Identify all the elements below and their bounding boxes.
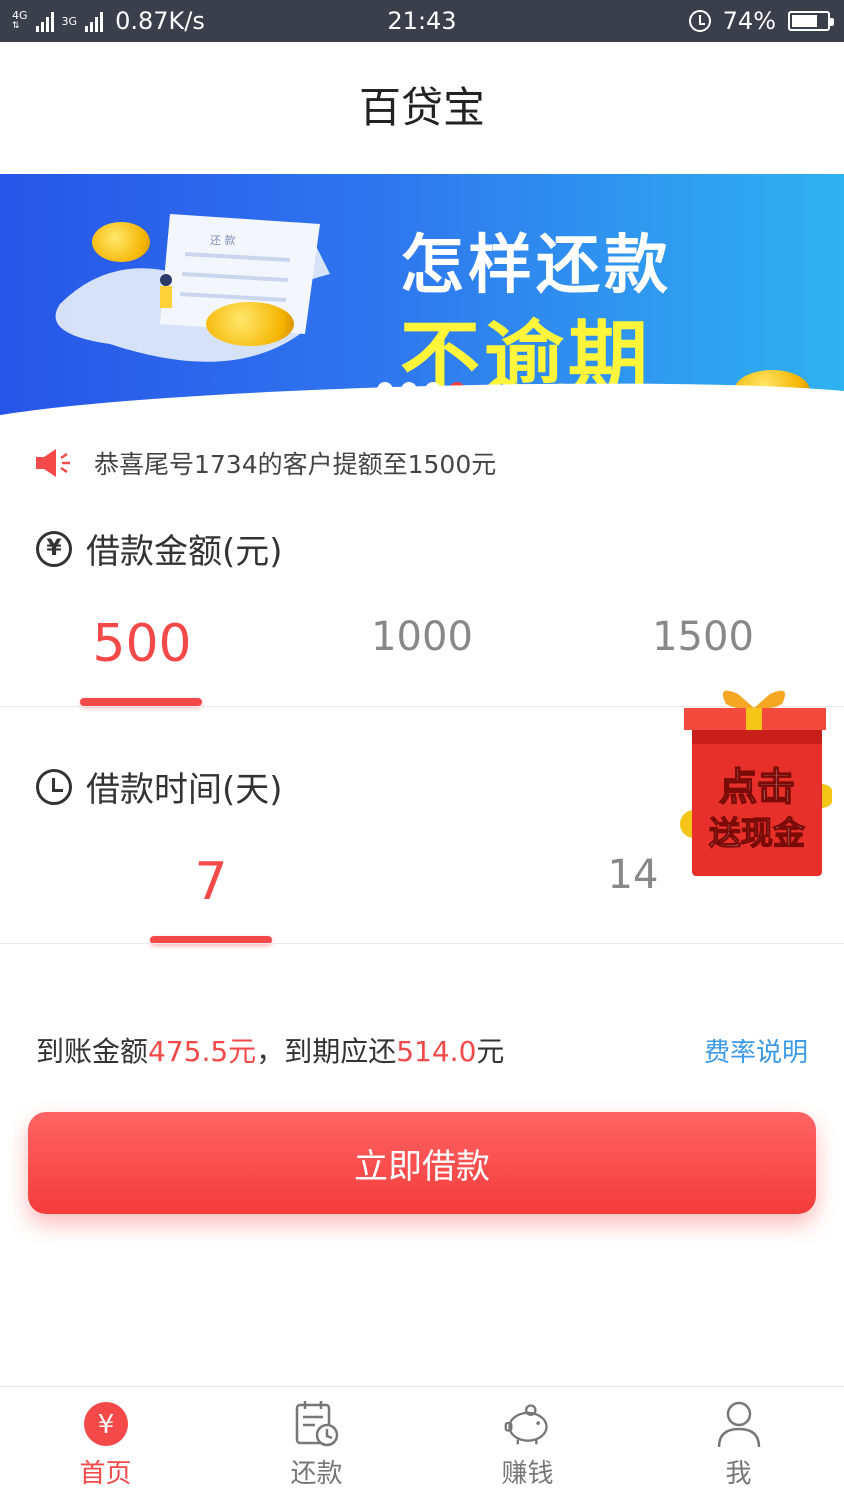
amount-option-1500[interactable]: 1500 bbox=[623, 614, 783, 660]
gift-cash-button[interactable]: 点击 送现金 bbox=[676, 684, 832, 880]
speaker-icon bbox=[36, 449, 70, 477]
status-right: 74% bbox=[688, 0, 834, 42]
battery-percent: 74% bbox=[722, 7, 776, 35]
received-label: 到账金额 bbox=[36, 1035, 149, 1068]
tab-me[interactable]: 我 bbox=[633, 1387, 844, 1500]
borrow-now-button[interactable]: 立即借款 bbox=[28, 1112, 816, 1214]
banner-headline: 怎样还款 bbox=[400, 229, 672, 303]
piggy-bank-icon bbox=[503, 1399, 553, 1449]
due-label: 到期应还 bbox=[284, 1035, 397, 1068]
tab-label: 赚钱 bbox=[501, 1459, 554, 1489]
battery-icon bbox=[788, 11, 834, 31]
amount-selected-underline bbox=[80, 698, 202, 706]
coin-icon bbox=[92, 222, 150, 262]
amount-option-1000[interactable]: 1000 bbox=[342, 614, 502, 660]
tab-label: 我 bbox=[725, 1459, 752, 1489]
amount-option-500[interactable]: 500 bbox=[62, 614, 222, 674]
page-title: 百贷宝 bbox=[358, 83, 485, 132]
tab-repay[interactable]: 还款 bbox=[211, 1387, 422, 1500]
status-bar: 4G ⇅ 3G 0.87K/s 21:43 74% bbox=[0, 0, 844, 42]
paper-label: 还 款 bbox=[210, 233, 236, 247]
bottom-tab-bar: ¥ 首页 还款 赚钱 我 bbox=[0, 1386, 844, 1500]
amount-section-title: ¥ 借款金额(元) bbox=[36, 524, 283, 573]
promo-banner[interactable]: 还 款 怎样还款 不逾期 bbox=[0, 174, 844, 416]
yen-icon: ¥ bbox=[36, 530, 72, 567]
clock-icon bbox=[36, 768, 72, 805]
gift-line1: 点击 bbox=[719, 765, 795, 809]
alarm-icon bbox=[688, 10, 711, 32]
term-option-7[interactable]: 7 bbox=[131, 852, 291, 912]
loan-summary: 到账金额475.5元，到期应还514.0元 bbox=[36, 1030, 504, 1070]
due-unit: 元 bbox=[476, 1035, 505, 1068]
notice-text: 恭喜尾号1734的客户提额至1500元 bbox=[94, 450, 497, 479]
tab-earn[interactable]: 赚钱 bbox=[422, 1387, 633, 1500]
divider bbox=[0, 943, 844, 944]
tab-label: 还款 bbox=[290, 1459, 343, 1489]
svg-text:¥: ¥ bbox=[97, 1410, 114, 1440]
summary-separator: ， bbox=[256, 1035, 285, 1068]
term-title: 借款时间(天) bbox=[86, 770, 283, 810]
user-icon bbox=[714, 1399, 764, 1449]
tab-home[interactable]: ¥ 首页 bbox=[0, 1387, 211, 1500]
due-value: 514.0 bbox=[396, 1035, 477, 1068]
coin-icon bbox=[206, 302, 294, 346]
notice-bar: 恭喜尾号1734的客户提额至1500元 bbox=[36, 440, 496, 486]
tab-label: 首页 bbox=[79, 1459, 132, 1489]
calendar-clock-icon bbox=[292, 1399, 342, 1449]
yen-circle-icon: ¥ bbox=[81, 1399, 131, 1449]
rate-info-link[interactable]: 费率说明 bbox=[704, 1032, 808, 1069]
amount-title: 借款金额(元) bbox=[86, 532, 283, 572]
gift-line2: 送现金 bbox=[709, 814, 806, 852]
term-section-title: 借款时间(天) bbox=[36, 762, 283, 811]
received-value: 475.5元 bbox=[148, 1035, 257, 1068]
